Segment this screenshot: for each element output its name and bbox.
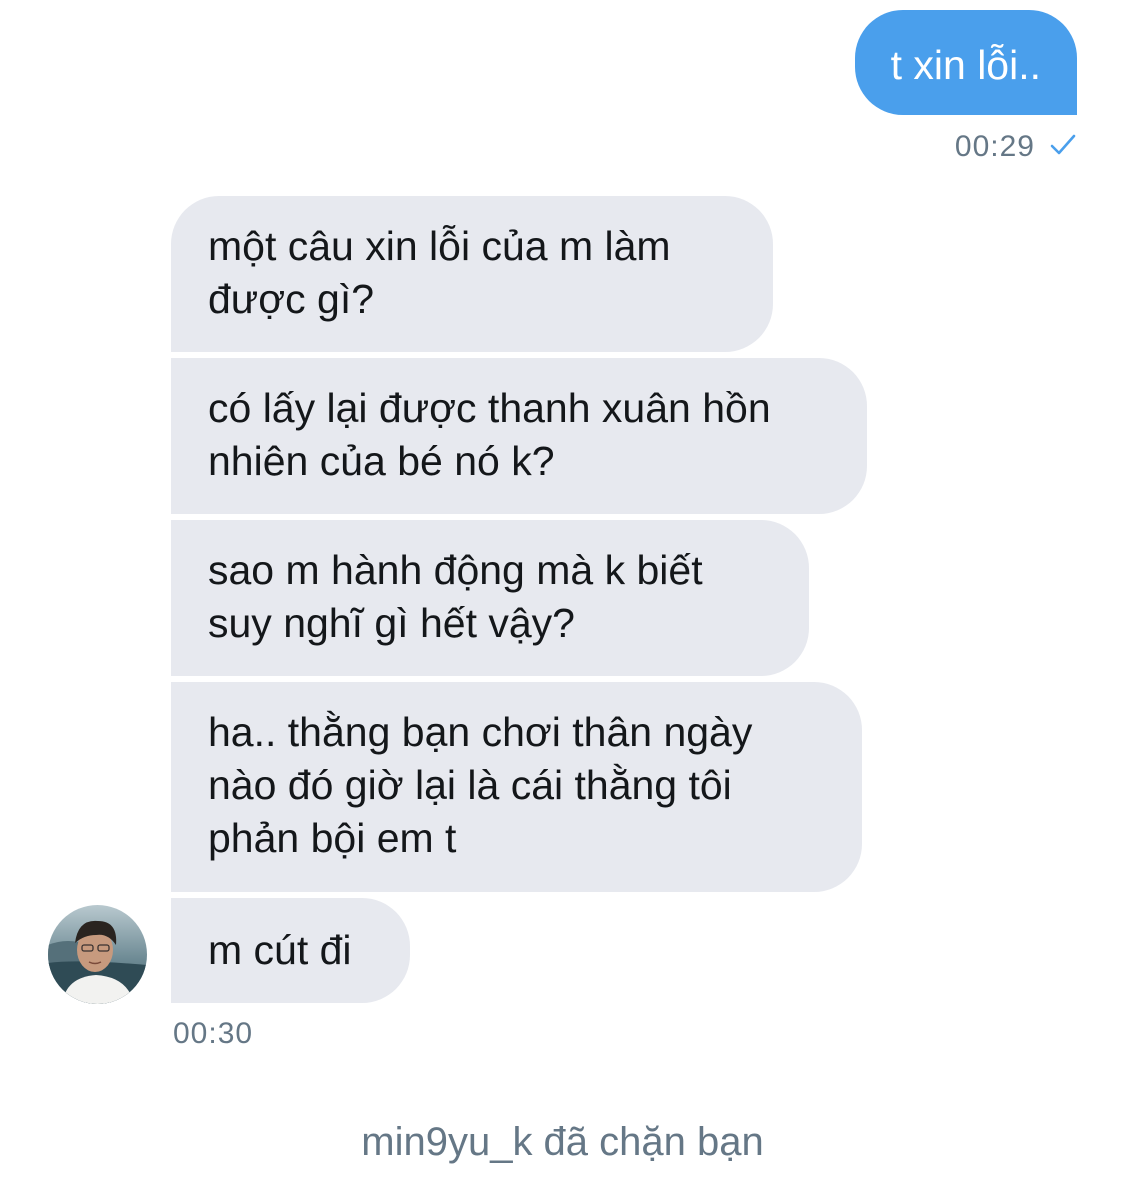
avatar-photo-icon <box>48 905 147 1004</box>
incoming-message-bubble[interactable]: ha.. thằng bạn chơi thân ngày nào đó giờ… <box>171 682 862 892</box>
incoming-message-bubble[interactable]: sao m hành động mà k biết suy nghĩ gì hế… <box>171 520 809 676</box>
checkmark-icon <box>1050 134 1076 155</box>
blocked-notice: min9yu_k đã chặn bạn <box>361 1120 764 1164</box>
incoming-message-bubble[interactable]: có lấy lại được thanh xuân hồn nhiên của… <box>171 358 867 514</box>
incoming-timestamp: 00:30 <box>173 1017 254 1050</box>
outgoing-time: 00:29 <box>954 130 1035 163</box>
sender-avatar[interactable] <box>48 905 147 1004</box>
outgoing-timestamp: 00:29 <box>955 130 1077 164</box>
incoming-message-bubble[interactable]: một câu xin lỗi của m làm được gì? <box>171 196 773 352</box>
outgoing-message-bubble[interactable]: t xin lỗi.. <box>854 10 1077 115</box>
incoming-message-bubble[interactable]: m cút đi <box>171 898 410 1003</box>
conversation-view: t xin lỗi.. 00:29 một câu xin lỗi của m … <box>0 0 1125 1191</box>
